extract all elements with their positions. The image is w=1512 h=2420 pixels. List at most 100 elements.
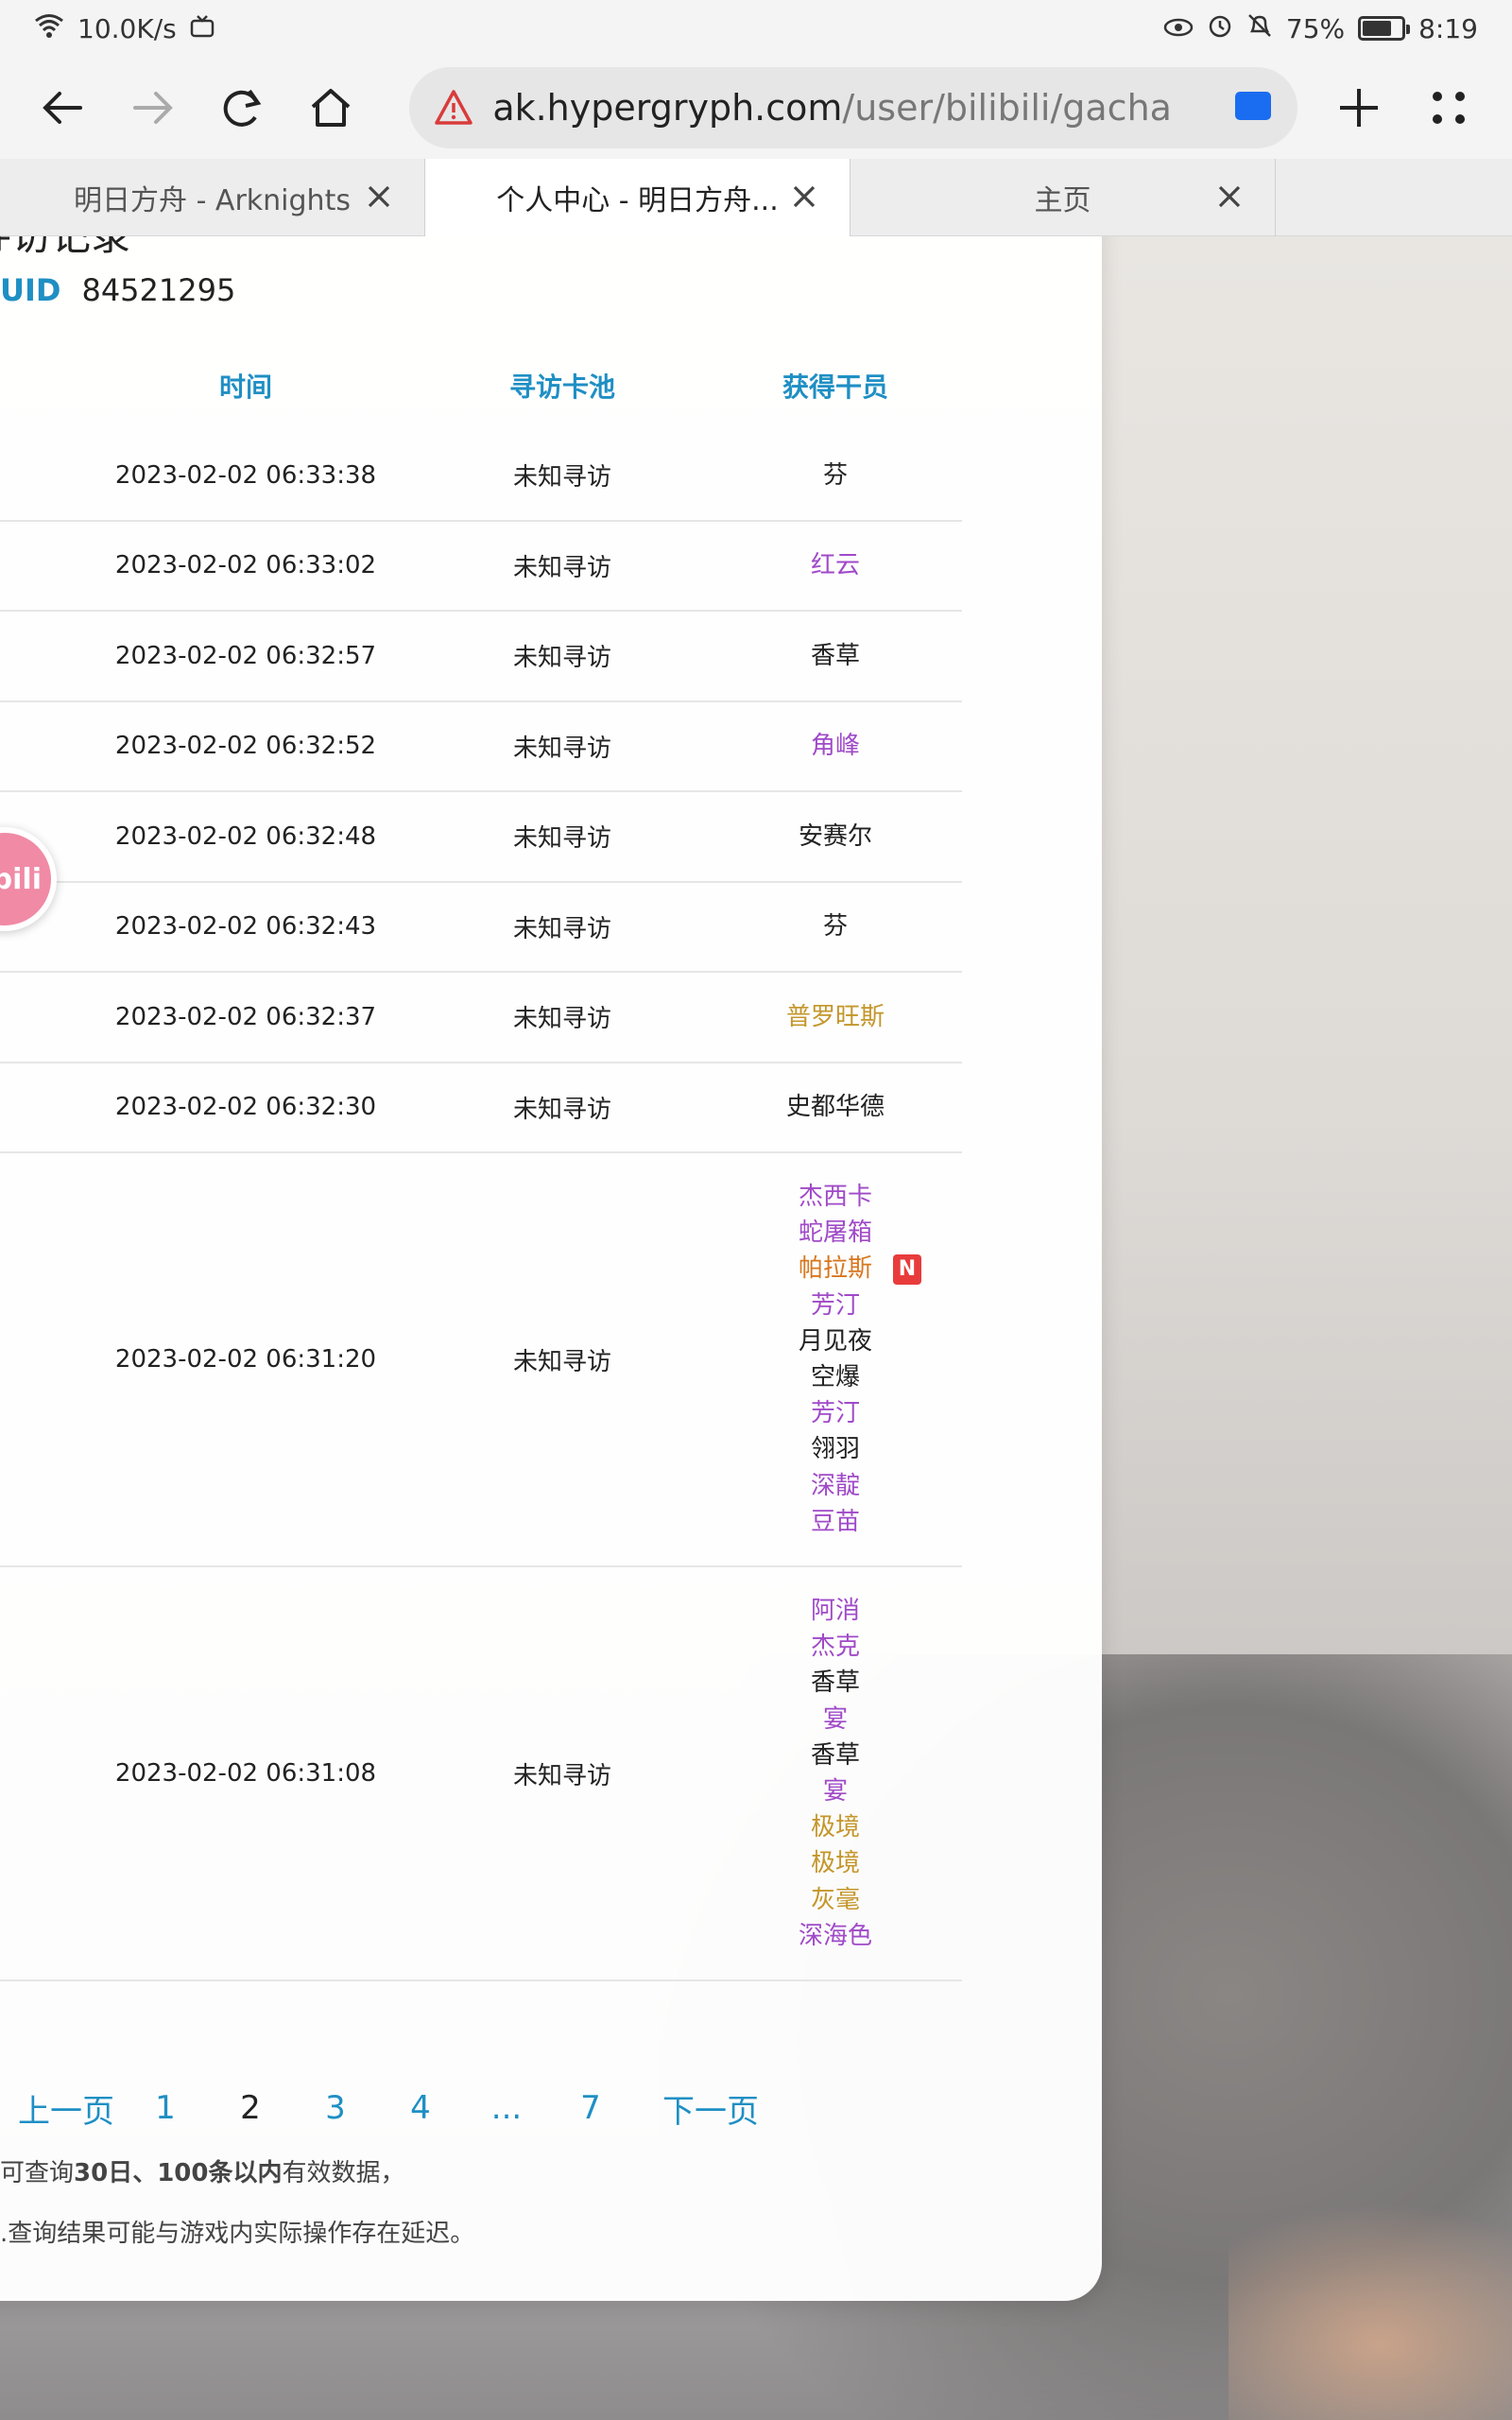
operator-name: 豆苗 — [811, 1504, 860, 1540]
operator-name: 香草 — [811, 1737, 860, 1773]
gacha-table: 时间 寻访卡池 获得干员 2023-02-02 06:33:38 未知寻访芬 202… — [0, 340, 962, 1981]
table-row: 2023-02-02 06:32:57 未知寻访 香草 — [0, 612, 962, 702]
tab-home[interactable]: 主页 — [850, 159, 1276, 236]
operator-label: 深海色 — [798, 1921, 872, 1950]
table-row: 2023-02-02 06:33:02 未知寻访 红云 — [0, 522, 962, 612]
operator-name: 香草 — [811, 638, 860, 674]
operator-name: 深海色 — [799, 1918, 872, 1954]
operator-label: 角峰 — [810, 732, 860, 761]
home-button[interactable] — [286, 62, 375, 153]
operator-name: 红云 — [811, 547, 860, 583]
page-viewport: 寻访记录 UID 84521295 时间 寻访卡池 获得干员 2023-02-0… — [0, 236, 1512, 2420]
operator-name: 月见夜 — [799, 1323, 872, 1359]
row-pool: 未知寻访 — [512, 824, 611, 854]
alarm-icon — [1207, 12, 1233, 45]
row-pool: 未知寻访 — [512, 1761, 611, 1790]
operator-label: 史都华德 — [785, 1093, 885, 1122]
operator-label: 杰克 — [810, 1633, 860, 1662]
row-time: 2023-02-02 06:32:57 — [114, 641, 377, 670]
row-time: 2023-02-02 06:32:52 — [114, 732, 377, 761]
operator-name: 深靛 — [811, 1468, 860, 1504]
row-operators: 香草 — [709, 638, 962, 674]
next-page-link[interactable]: 下一页 — [644, 2085, 777, 2132]
operator-name: 宴 — [823, 1702, 848, 1737]
row-time: 2023-02-02 06:31:20 — [114, 1345, 377, 1374]
operator-label: 红云 — [810, 551, 860, 580]
forward-button[interactable] — [108, 62, 197, 153]
page-ellipsis: ... — [490, 2089, 523, 2127]
operator-label: 普罗旺斯 — [785, 1002, 885, 1031]
operator-name: 杰西卡 — [799, 1179, 872, 1215]
operator-label: 深靛 — [810, 1471, 860, 1500]
operator-label: 空爆 — [810, 1363, 860, 1392]
operator-name: 角峰 — [811, 728, 860, 764]
page-1-link[interactable]: 1 — [144, 2089, 187, 2127]
header-operators: 获得干员 — [782, 372, 888, 403]
operator-label: 蛇屠箱 — [798, 1219, 872, 1248]
clock: 8:19 — [1418, 12, 1478, 44]
operator-name: 香草 — [811, 1665, 860, 1701]
table-row: 2023-02-02 06:31:08 未知寻访 阿消 杰克 香草宴香草宴极境 极境 灰毫深… — [0, 1567, 962, 1981]
tab-label: 个人中心 - 明日方舟... — [496, 184, 779, 217]
page-3-link[interactable]: 3 — [314, 2089, 357, 2127]
row-pool: 未知寻访 — [512, 463, 611, 493]
reload-button[interactable] — [198, 62, 286, 153]
table-row: 2023-02-02 06:32:52 未知寻访 角峰 — [0, 702, 962, 792]
tab-strip: 明日方舟 - Arknights 个人中心 - 明日方舟... 主页 — [0, 159, 1512, 236]
row-operators: 安赛尔 — [709, 819, 962, 855]
plus-icon — [1340, 89, 1379, 127]
operator-name: 帕拉斯 N — [799, 1251, 921, 1287]
operator-name: 极境 — [811, 1809, 860, 1845]
browser-toolbar: ak.hypergryph.com/user/bilibili/gacha — [0, 57, 1512, 159]
close-icon[interactable] — [1211, 178, 1248, 216]
row-time: 2023-02-02 06:32:48 — [114, 821, 377, 851]
row-pool: 未知寻访 — [512, 734, 611, 763]
row-time: 2023-02-02 06:33:02 — [114, 551, 377, 580]
operator-name: 空爆 — [811, 1359, 860, 1395]
operator-name: 芬 — [823, 908, 848, 944]
operator-name: 极境 — [811, 1845, 860, 1881]
warning-icon[interactable] — [434, 88, 473, 128]
background-glow — [1228, 2203, 1512, 2420]
row-time: 2023-02-02 06:33:38 — [114, 460, 377, 490]
tab-user-center[interactable]: 个人中心 - 明日方舟... — [425, 159, 850, 236]
address-bar[interactable]: ak.hypergryph.com/user/bilibili/gacha — [409, 67, 1298, 148]
eye-icon — [1163, 13, 1194, 44]
cast-icon[interactable] — [1235, 92, 1272, 120]
page-2-current: 2 — [240, 2089, 261, 2127]
prev-page-link[interactable]: 上一页 — [0, 2085, 132, 2132]
table-row: 2023-02-02 06:32:37 未知寻访 普罗旺斯 — [0, 973, 962, 1063]
mute-bell-icon — [1246, 12, 1273, 45]
tab-label: 主页 — [1034, 184, 1091, 217]
wifi-icon — [34, 12, 64, 45]
operator-name: 安赛尔 — [799, 819, 872, 855]
row-operators: 史都华德 — [709, 1089, 962, 1125]
note-bold: 30日、100条以内 — [74, 2159, 283, 2187]
operator-name: 芳汀 — [811, 1288, 860, 1323]
battery-icon — [1358, 16, 1411, 41]
reload-icon — [223, 89, 262, 127]
close-icon[interactable] — [360, 178, 398, 216]
bili-label: bili — [0, 862, 42, 896]
row-operators: 红云 — [709, 547, 962, 583]
operator-label: 香草 — [810, 641, 860, 670]
table-header: 时间 寻访卡池 获得干员 — [0, 340, 962, 431]
back-button[interactable] — [19, 62, 108, 153]
url-path: /user/bilibili/gacha — [842, 87, 1172, 129]
operator-name: 普罗旺斯 — [786, 999, 885, 1035]
menu-button[interactable] — [1404, 62, 1493, 153]
row-pool: 未知寻访 — [512, 1005, 611, 1034]
row-time: 2023-02-02 06:31:08 — [114, 1759, 377, 1788]
note-text: 有效数据， — [282, 2159, 405, 2187]
close-icon[interactable] — [785, 178, 823, 216]
operator-name: 灰毫 — [811, 1882, 860, 1918]
battery-percent: 75% — [1285, 12, 1346, 44]
table-row: 2023-02-02 06:32:43 未知寻访 芬 — [0, 883, 962, 973]
row-pool: 未知寻访 — [512, 553, 611, 582]
page-7-link[interactable]: 7 — [569, 2089, 612, 2127]
operator-name: 蛇屠箱 — [799, 1215, 872, 1251]
row-time: 2023-02-02 06:32:43 — [114, 912, 377, 942]
tab-arknights[interactable]: 明日方舟 - Arknights — [0, 159, 425, 236]
new-tab-button[interactable] — [1314, 62, 1403, 153]
page-4-link[interactable]: 4 — [399, 2089, 442, 2127]
